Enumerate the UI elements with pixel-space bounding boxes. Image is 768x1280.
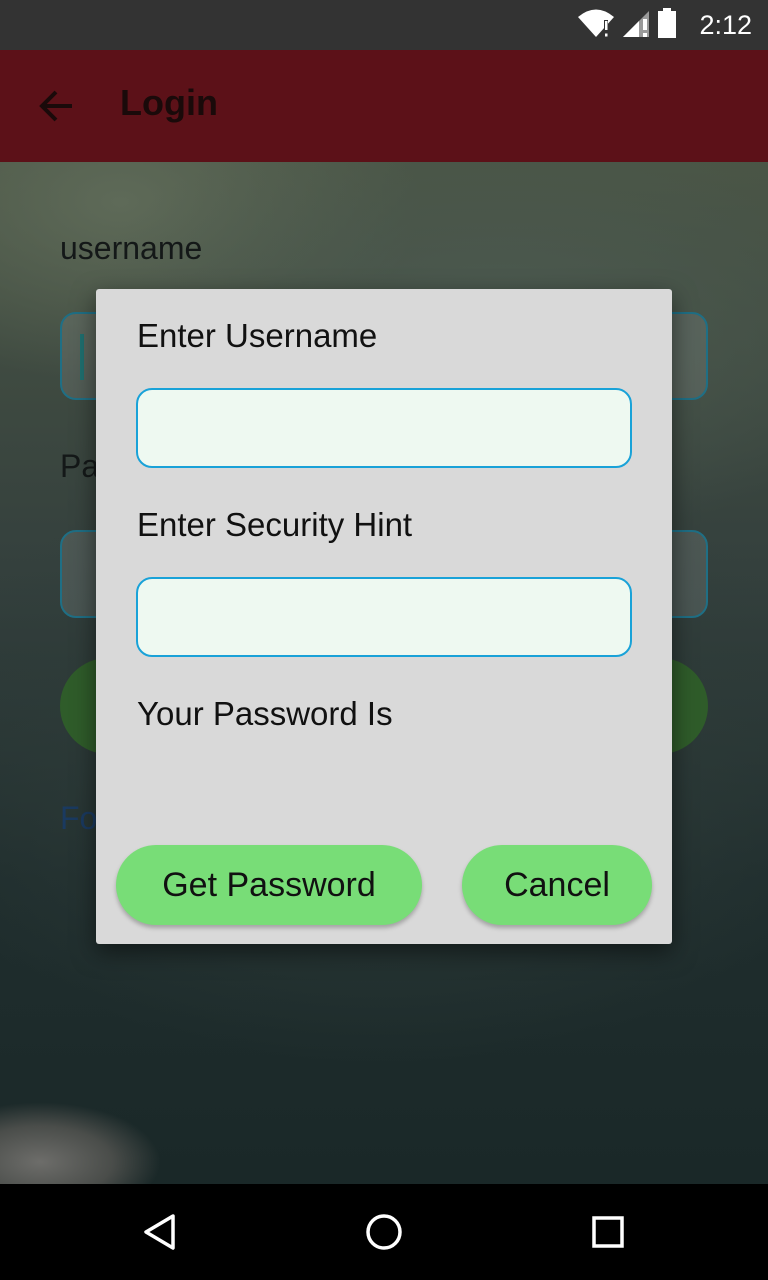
battery-icon bbox=[657, 8, 677, 42]
get-password-button[interactable]: Get Password bbox=[116, 845, 422, 925]
status-time: 2:12 bbox=[699, 9, 752, 40]
recents-square-icon[interactable] bbox=[580, 1204, 636, 1260]
password-result-label: Your Password Is bbox=[137, 695, 393, 732]
app-bar: Login bbox=[0, 50, 768, 162]
forgot-password-dialog: Enter Username Enter Security Hint Your … bbox=[96, 289, 672, 944]
username-prompt: Enter Username bbox=[137, 317, 378, 354]
dialog-username-input[interactable] bbox=[136, 388, 632, 468]
navigation-bar bbox=[0, 1184, 768, 1280]
wifi-alert-icon bbox=[577, 8, 615, 42]
status-icons: 2:12 bbox=[577, 6, 752, 44]
page-title: Login bbox=[120, 82, 218, 123]
text-cursor bbox=[80, 334, 84, 380]
username-label: username bbox=[60, 230, 203, 266]
forgot-password-link[interactable]: Fo bbox=[60, 800, 97, 837]
security-hint-input[interactable] bbox=[136, 577, 632, 657]
signal-alert-icon bbox=[621, 8, 651, 42]
home-circle-icon[interactable] bbox=[356, 1204, 412, 1260]
arrow-left-icon[interactable] bbox=[36, 86, 76, 126]
back-triangle-icon[interactable] bbox=[132, 1204, 188, 1260]
security-hint-prompt: Enter Security Hint bbox=[137, 506, 413, 543]
cancel-button[interactable]: Cancel bbox=[462, 845, 652, 925]
status-bar: 2:12 bbox=[0, 0, 768, 50]
password-label: Pa bbox=[60, 448, 100, 484]
